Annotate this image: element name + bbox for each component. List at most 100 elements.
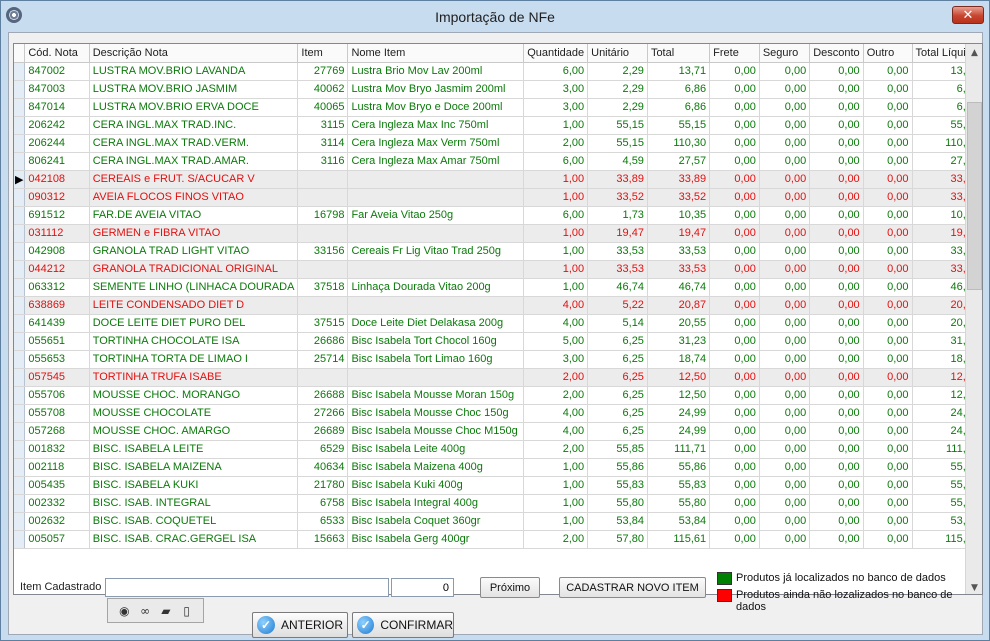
column-header[interactable]: Desconto bbox=[809, 44, 864, 63]
row-indicator[interactable] bbox=[14, 98, 26, 117]
next-button[interactable]: Próximo bbox=[480, 577, 540, 598]
column-header[interactable]: Item bbox=[297, 44, 349, 63]
nfe-items-grid[interactable]: Cód. Nota Descrição Nota Item Nome Item Quan… bbox=[13, 43, 983, 595]
table-row[interactable]: 001832 BISC. ISABELA LEITE 6529 Bisc Isabel… bbox=[14, 440, 982, 459]
row-indicator[interactable] bbox=[14, 386, 26, 405]
table-cell: 6,86 bbox=[647, 98, 711, 117]
table-row[interactable]: 002332 BISC. ISAB. INTEGRAL 6758 Bisc Isabe… bbox=[14, 494, 982, 513]
table-row[interactable]: 090312 AVEIA FLOCOS FINOS VITAO 1,00 33,52 3… bbox=[14, 188, 982, 207]
row-indicator[interactable] bbox=[14, 152, 26, 171]
table-row[interactable]: 641439 DOCE LEITE DIET PURO DEL 37515 Doce … bbox=[14, 314, 982, 333]
table-cell: 5,22 bbox=[587, 296, 648, 315]
column-header[interactable]: Seguro bbox=[759, 44, 811, 63]
table-row[interactable]: 042908 GRANOLA TRAD LIGHT VITAO 33156 Cerea… bbox=[14, 242, 982, 261]
table-row[interactable]: 063312 SEMENTE LINHO (LINHACA DOURADA 3751… bbox=[14, 278, 982, 297]
column-header[interactable]: Nome Item bbox=[347, 44, 525, 63]
table-row[interactable]: 055651 TORTINHA CHOCOLATE ISA 26686 Bisc Is… bbox=[14, 332, 982, 351]
table-row[interactable]: 002118 BISC. ISABELA MAIZENA 40634 Bisc Isa… bbox=[14, 458, 982, 477]
legend-missing-text: Produtos ainda não lozalizados no banco … bbox=[736, 589, 953, 613]
table-cell: 2,00 bbox=[523, 386, 589, 405]
column-header[interactable]: Unitário bbox=[587, 44, 648, 63]
table-cell: 0,00 bbox=[809, 386, 864, 405]
table-row[interactable]: 206244 CERA INGL.MAX TRAD.VERM. 3114 Cera I… bbox=[14, 134, 982, 153]
close-button[interactable]: ✕ bbox=[952, 6, 984, 24]
table-row[interactable]: 055708 MOUSSE CHOCOLATE 27266 Bisc Isabela … bbox=[14, 404, 982, 423]
table-row[interactable]: 002632 BISC. ISAB. COQUETEL 6533 Bisc Isabe… bbox=[14, 512, 982, 531]
table-row[interactable]: 847014 LUSTRA MOV.BRIO ERVA DOCE 40065 Lust… bbox=[14, 98, 982, 117]
row-indicator[interactable] bbox=[14, 476, 26, 495]
row-indicator-header bbox=[14, 44, 26, 63]
table-row[interactable]: 005057 BISC. ISAB. CRAC.GERGEL ISA 15663 Bi… bbox=[14, 530, 982, 549]
folder-open-icon[interactable]: ▰ bbox=[157, 604, 175, 618]
item-count-field[interactable] bbox=[391, 578, 454, 597]
table-cell: 0,00 bbox=[863, 170, 913, 189]
table-row[interactable]: 031112 GERMEN e FIBRA VITAO 1,00 19,47 19,47… bbox=[14, 224, 982, 243]
table-row[interactable]: 057268 MOUSSE CHOC. AMARGO 26689 Bisc Isabe… bbox=[14, 422, 982, 441]
scroll-up-icon[interactable]: ▲ bbox=[966, 44, 982, 61]
table-cell: LUSTRA MOV.BRIO JASMIM bbox=[89, 80, 299, 99]
table-row[interactable]: 806241 CERA INGL.MAX TRAD.AMAR. 3116 Cera I… bbox=[14, 152, 982, 171]
table-cell: 206242 bbox=[24, 116, 90, 135]
table-row[interactable]: 847003 LUSTRA MOV.BRIO JASMIM 40062 Lustra … bbox=[14, 80, 982, 99]
row-indicator[interactable] bbox=[14, 404, 26, 423]
table-cell: 26689 bbox=[297, 422, 349, 441]
row-indicator[interactable] bbox=[14, 242, 26, 261]
register-new-item-button[interactable]: CADASTRAR NOVO ITEM bbox=[559, 577, 706, 598]
table-row[interactable]: 055653 TORTINHA TORTA DE LIMAO I 25714 Bisc… bbox=[14, 350, 982, 369]
table-row[interactable]: 206242 CERA INGL.MAX TRAD.INC. 3115 Cera In… bbox=[14, 116, 982, 135]
row-indicator[interactable] bbox=[14, 440, 26, 459]
row-indicator[interactable] bbox=[14, 530, 26, 549]
row-indicator[interactable] bbox=[14, 512, 26, 531]
table-row[interactable]: 691512 FAR.DE AVEIA VITAO 16798 Far Aveia V… bbox=[14, 206, 982, 225]
row-indicator[interactable] bbox=[14, 224, 26, 243]
row-indicator[interactable] bbox=[14, 350, 26, 369]
table-cell: TORTINHA TRUFA ISABE bbox=[89, 368, 299, 387]
table-cell: 2,29 bbox=[587, 80, 648, 99]
table-row[interactable]: 847002 LUSTRA MOV.BRIO LAVANDA 27769 Lustra… bbox=[14, 62, 982, 81]
new-document-icon[interactable]: ▯ bbox=[178, 604, 196, 618]
row-indicator[interactable] bbox=[14, 260, 26, 279]
table-cell: 21780 bbox=[297, 476, 349, 495]
table-row[interactable]: 044212 GRANOLA TRADICIONAL ORIGINAL 1,00 33… bbox=[14, 260, 982, 279]
previous-button[interactable]: ✓ ANTERIOR bbox=[252, 612, 348, 638]
row-indicator[interactable] bbox=[14, 458, 26, 477]
confirm-button[interactable]: ✓ CONFIRMAR bbox=[352, 612, 454, 638]
row-indicator[interactable] bbox=[14, 422, 26, 441]
column-header[interactable]: Frete bbox=[709, 44, 760, 63]
row-indicator[interactable] bbox=[14, 116, 26, 135]
table-cell: 0,00 bbox=[863, 206, 913, 225]
column-header[interactable]: Cód. Nota bbox=[24, 44, 90, 63]
row-indicator[interactable] bbox=[14, 296, 26, 315]
row-indicator[interactable] bbox=[14, 278, 26, 297]
row-indicator[interactable] bbox=[14, 134, 26, 153]
row-indicator[interactable] bbox=[14, 314, 26, 333]
table-row[interactable]: 055706 MOUSSE CHOC. MORANGO 26688 Bisc Isab… bbox=[14, 386, 982, 405]
scroll-thumb[interactable] bbox=[967, 102, 982, 290]
table-cell: 0,00 bbox=[809, 368, 864, 387]
binoculars-icon[interactable]: ∞ bbox=[136, 604, 154, 618]
row-indicator[interactable] bbox=[14, 206, 26, 225]
table-row[interactable]: 638869 LEITE CONDENSADO DIET D 4,00 5,22 20,… bbox=[14, 296, 982, 315]
item-input[interactable] bbox=[105, 578, 389, 597]
table-cell: 0,00 bbox=[863, 62, 913, 81]
vertical-scrollbar[interactable]: ▲ ▼ bbox=[965, 44, 982, 594]
column-header[interactable]: Descrição Nota bbox=[89, 44, 299, 63]
row-indicator[interactable] bbox=[14, 188, 26, 207]
table-row[interactable]: 057545 TORTINHA TRUFA ISABE 2,00 6,25 12,50 0… bbox=[14, 368, 982, 387]
legend-missing-swatch bbox=[717, 589, 732, 602]
row-indicator[interactable] bbox=[14, 62, 26, 81]
table-row[interactable]: 005435 BISC. ISABELA KUKI 21780 Bisc Isabel… bbox=[14, 476, 982, 495]
search-icon[interactable]: ◉ bbox=[115, 604, 133, 618]
row-indicator[interactable] bbox=[14, 494, 26, 513]
table-cell: 0,00 bbox=[863, 152, 913, 171]
table-row[interactable]: ▶ 042108 CEREAIS e FRUT. S/ACUCAR V 1,00 33,… bbox=[14, 170, 982, 189]
row-indicator[interactable] bbox=[14, 80, 26, 99]
column-header[interactable]: Quantidade bbox=[523, 44, 589, 63]
row-indicator[interactable] bbox=[14, 368, 26, 387]
column-header[interactable]: Outro bbox=[863, 44, 913, 63]
current-row-pointer-icon[interactable]: ▶ bbox=[14, 170, 26, 189]
table-cell: LUSTRA MOV.BRIO ERVA DOCE bbox=[89, 98, 299, 117]
table-cell: Bisc Isabela Mousse Moran 150g bbox=[347, 386, 525, 405]
row-indicator[interactable] bbox=[14, 332, 26, 351]
column-header[interactable]: Total bbox=[647, 44, 711, 63]
